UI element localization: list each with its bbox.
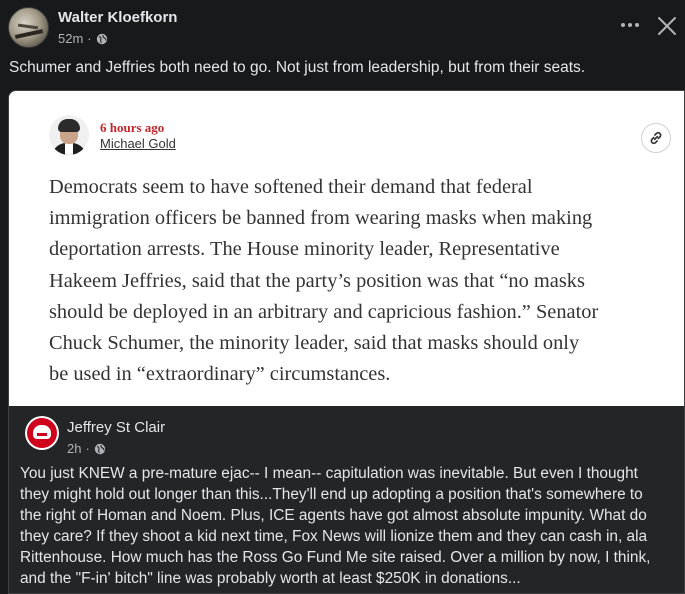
article-line: should be deployed in an arbitrary and c… <box>49 300 599 323</box>
shared-post-line: You just KNEW a pre-mature ejac-- I mean… <box>20 465 638 482</box>
shared-author-name[interactable]: Jeffrey St Clair <box>67 419 165 436</box>
meta-separator: · <box>85 441 90 456</box>
post-time[interactable]: 52m <box>58 31 83 46</box>
article-screenshot[interactable]: 6 hours ago Michael Gold Democrats seem … <box>9 91 684 406</box>
author-name[interactable]: Walter Kloefkorn <box>58 9 177 26</box>
author-avatar[interactable] <box>8 7 49 48</box>
article-body: Democrats seem to have softened their de… <box>49 172 679 390</box>
shared-author-avatar[interactable] <box>25 416 59 450</box>
shared-post-line: and the "F-in' bitch" line was probably … <box>20 570 521 587</box>
meta-separator: · <box>87 31 92 46</box>
shared-post-text: You just KNEW a pre-mature ejac-- I mean… <box>20 463 680 589</box>
post-meta: 52m · <box>58 31 108 46</box>
more-options-icon[interactable] <box>619 14 641 36</box>
article-timestamp: 6 hours ago <box>100 120 165 135</box>
article-byline[interactable]: Michael Gold <box>100 136 176 151</box>
shared-post-time[interactable]: 2h <box>67 441 81 456</box>
shared-post: Jeffrey St Clair 2h · You just KNEW a pr… <box>9 406 684 593</box>
globe-icon <box>96 33 107 44</box>
post-text: Schumer and Jeffries both need to go. No… <box>9 59 586 76</box>
article-line: deportation arrests. The House minority … <box>49 238 560 261</box>
link-icon[interactable] <box>641 123 671 153</box>
close-icon[interactable] <box>655 14 679 38</box>
article-line: be used in “extraordinary” circumstances… <box>49 363 391 386</box>
article-line: Chuck Schumer, the minority leader, said… <box>49 332 580 355</box>
shared-post-meta: 2h · <box>67 441 106 456</box>
shared-content-card[interactable]: 6 hours ago Michael Gold Democrats seem … <box>8 90 685 594</box>
article-line: Democrats seem to have softened their de… <box>49 176 533 198</box>
article-line: Hakeem Jeffries, said that the party’s p… <box>49 269 585 292</box>
shared-post-line: they might hold out longer than this...T… <box>20 486 643 503</box>
shared-post-line: Rittenhouse. How much has the Ross Go Fu… <box>20 549 651 566</box>
article-line: immigration officers be banned from wear… <box>49 207 593 230</box>
shared-post-line: they care? If they shoot a kid next time… <box>20 528 648 545</box>
reporter-avatar <box>49 115 89 155</box>
globe-icon <box>94 443 106 454</box>
shared-post-line: the right of Homan and Noem. Plus, ICE a… <box>20 507 647 524</box>
post-header: Walter Kloefkorn 52m · <box>0 0 685 56</box>
